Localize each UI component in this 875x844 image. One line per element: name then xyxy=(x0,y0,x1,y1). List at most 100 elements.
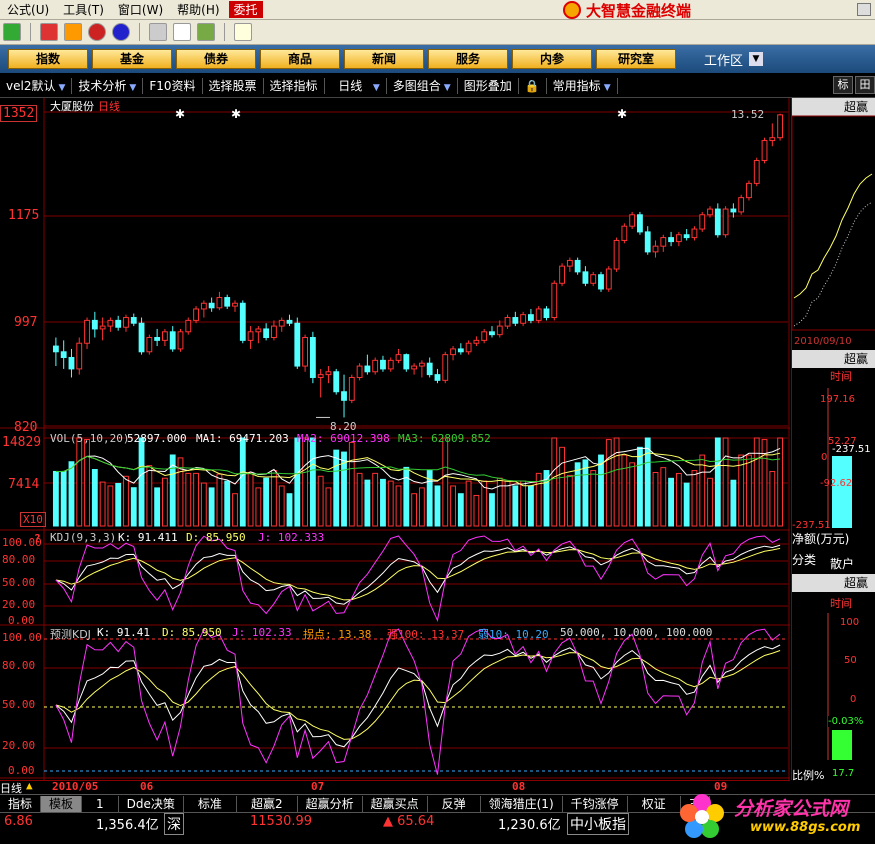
toolbar-alert-icon[interactable] xyxy=(40,23,58,41)
func-level2-default[interactable]: vel2默认 ▼ xyxy=(0,77,73,94)
toolbar-diamond-icon[interactable] xyxy=(64,23,82,41)
toolbar-books-icon[interactable] xyxy=(197,23,215,41)
toolbar-market-icon[interactable] xyxy=(3,23,21,41)
menu-entrust[interactable]: 委托 xyxy=(228,1,263,18)
volume-bar xyxy=(691,470,698,527)
candle-body xyxy=(496,325,503,336)
func-select-indicator[interactable]: 选择指标 xyxy=(264,77,325,94)
func-lock-icon[interactable]: 🔒 xyxy=(519,77,547,94)
candle-body xyxy=(512,317,519,324)
tab-template[interactable]: 模板 xyxy=(41,795,83,812)
volume-bar xyxy=(68,461,75,527)
right-axis1-2: 0 xyxy=(821,452,828,463)
func-multi-chart[interactable]: 多图组合 ▼ xyxy=(387,77,458,94)
func-daily[interactable]: 日线 ▼ xyxy=(325,77,387,94)
toolbar-separator xyxy=(224,23,225,41)
candle-body xyxy=(457,348,464,353)
category-index-button[interactable]: 指数 xyxy=(8,49,88,69)
volume-bar xyxy=(637,446,643,527)
date-warning-icon: ▲ xyxy=(26,779,33,792)
volume-bar xyxy=(465,480,472,527)
volume-bar xyxy=(598,454,604,527)
tab-chaoying-analysis[interactable]: 超赢分析 xyxy=(298,795,363,812)
candle-body xyxy=(123,317,129,328)
status-turnover-sh: 1,356.4亿 xyxy=(96,818,159,833)
candle-body xyxy=(769,137,776,142)
menu-window[interactable]: 窗口(W) xyxy=(111,1,170,18)
kdj-d: D: 85.950 xyxy=(186,531,246,544)
toolbar-help-cursor-icon[interactable] xyxy=(234,23,252,41)
category-news-button[interactable]: 新闻 xyxy=(344,49,424,69)
price-axis-997: 997 xyxy=(14,315,38,330)
volume-bar xyxy=(528,485,534,527)
volume-bar xyxy=(130,487,137,527)
kdj-title: KDJ(9,3,3) xyxy=(50,531,117,544)
toolbar-doc-icon[interactable] xyxy=(149,23,167,41)
func-common-indicators[interactable]: 常用指标 ▼ xyxy=(547,77,618,94)
tab-standard[interactable]: 标准 xyxy=(184,795,237,812)
candle-body xyxy=(730,208,737,213)
tab-dde[interactable]: Dde决策 xyxy=(119,795,184,812)
tab-chaoying-buy[interactable]: 超赢买点 xyxy=(363,795,428,812)
candle-body xyxy=(278,319,285,327)
tab-lhlz[interactable]: 领海猎庄(1) xyxy=(481,795,563,812)
right-retail-label[interactable]: 散户 xyxy=(830,555,854,572)
category-service-button[interactable]: 服务 xyxy=(428,49,508,69)
menu-help[interactable]: 帮助(H) xyxy=(170,1,226,18)
volume-bar xyxy=(356,472,363,527)
category-bond-button[interactable]: 债券 xyxy=(176,49,256,69)
category-insider-button[interactable]: 内参 xyxy=(512,49,592,69)
menu-formula[interactable]: 公式(U) xyxy=(0,1,56,18)
price-axis-1175: 1175 xyxy=(8,208,40,223)
toolbar-red-circle-icon[interactable] xyxy=(88,23,106,41)
candle-body xyxy=(130,317,137,324)
window-close-icon[interactable] xyxy=(857,3,871,16)
pkdj-d-line xyxy=(55,650,781,740)
toolbar-blue-circle-icon[interactable] xyxy=(112,23,130,41)
candle-body xyxy=(91,319,98,330)
candle-body xyxy=(52,345,59,353)
tab-chaoying2[interactable]: 超赢2 xyxy=(237,795,298,812)
candle-body xyxy=(76,342,83,370)
candle-body xyxy=(387,359,394,370)
workarea-label[interactable]: 工作区 xyxy=(704,50,743,69)
menu-tools[interactable]: 工具(T) xyxy=(56,1,111,18)
right-header-2[interactable]: 超赢 xyxy=(792,350,875,368)
status-turnover-sz: 1,230.6亿 xyxy=(498,818,561,833)
func-f10[interactable]: F10资料 xyxy=(143,77,203,94)
chart-period: 日线 xyxy=(98,100,120,113)
pkdj-k: K: 91.41 xyxy=(97,626,150,639)
volume-bar xyxy=(224,480,231,527)
tab-rebound[interactable]: 反弹 xyxy=(428,795,481,812)
candle-body xyxy=(535,308,542,321)
tab-1[interactable]: 1 xyxy=(82,795,119,812)
func-select-stock[interactable]: 选择股票 xyxy=(203,77,264,94)
func-overlay[interactable]: 图形叠加 xyxy=(458,77,519,94)
tab-qjzt[interactable]: 千钧涨停 xyxy=(563,795,628,812)
status-sz-change: ▲ 65.64 xyxy=(383,814,435,829)
volume-bar xyxy=(263,477,270,527)
tab-indicator[interactable]: 指标 xyxy=(0,795,42,812)
toolbar-window-icon[interactable] xyxy=(173,23,191,41)
func-mark-button[interactable]: 标 xyxy=(833,76,853,94)
candle-body xyxy=(208,302,215,309)
category-fund-button[interactable]: 基金 xyxy=(92,49,172,69)
volume-bar xyxy=(302,437,308,527)
func-tech-analysis[interactable]: 技术分析 ▼ xyxy=(72,77,144,94)
vol-ma1: MA1: 69471.203 xyxy=(196,432,289,445)
func-grid-button[interactable]: 田 xyxy=(855,76,875,94)
right-header-3[interactable]: 超赢 xyxy=(792,574,875,592)
volume-bar xyxy=(333,449,340,527)
volume-bar xyxy=(255,487,262,527)
volume-bar xyxy=(683,482,690,527)
status-sme-index[interactable]: 中小板指 xyxy=(567,813,629,835)
volume-bar xyxy=(200,482,207,527)
category-commodity-button[interactable]: 商品 xyxy=(260,49,340,69)
status-market-sz[interactable]: 深 xyxy=(164,813,184,835)
category-research-button[interactable]: 研究室 xyxy=(596,49,676,69)
chart-area[interactable]: ✱ ✱ ✱ 大厦股份 日线 1352 1175 997 820 13.52 8.20… xyxy=(0,98,790,780)
workarea-dropdown-icon[interactable]: ▼ xyxy=(749,52,764,66)
candle-body xyxy=(333,371,340,393)
candle-body xyxy=(450,348,456,356)
tab-warrant[interactable]: 权证 xyxy=(628,795,681,812)
